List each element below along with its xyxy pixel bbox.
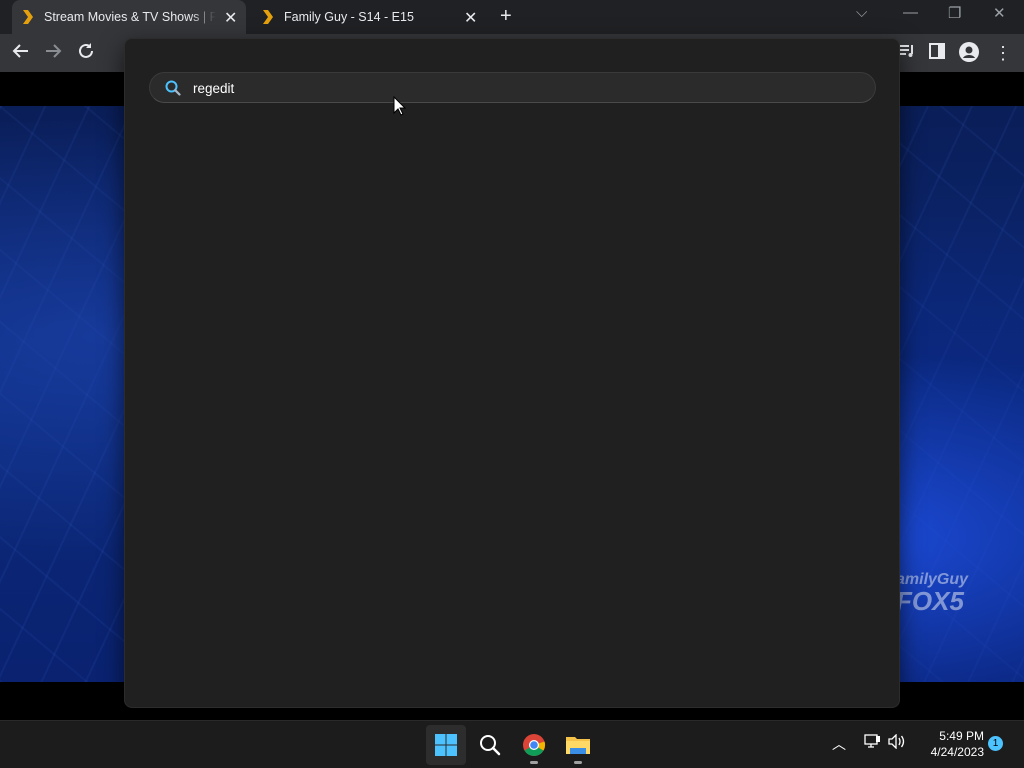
- back-arrow-icon[interactable]: [10, 42, 32, 64]
- tab-close-icon[interactable]: ✕: [464, 8, 477, 28]
- search-box[interactable]: [149, 72, 876, 103]
- folder-icon: [566, 737, 590, 754]
- windows-search-flyout: [124, 38, 900, 708]
- clock-time: 5:49 PM: [939, 729, 984, 743]
- sidepanel-icon[interactable]: [926, 42, 948, 64]
- show-hidden-icons-chevron-up-icon[interactable]: ︿: [832, 734, 846, 754]
- network-icon[interactable]: [864, 734, 881, 753]
- desktop: Stream Movies & TV Shows | Plex ✕ Family…: [0, 0, 1024, 768]
- restore-icon[interactable]: ❐: [948, 4, 961, 22]
- clock-date: 4/24/2023: [930, 745, 984, 759]
- notification-badge[interactable]: 1: [988, 736, 1003, 751]
- search-icon: [165, 80, 181, 96]
- mouse-cursor-icon: [393, 96, 407, 116]
- browser-tab-strip: Stream Movies & TV Shows | Plex ✕ Family…: [0, 0, 1024, 34]
- running-indicator: [574, 761, 582, 764]
- window-close-icon[interactable]: ✕: [993, 4, 1006, 22]
- new-tab-plus-icon[interactable]: +: [500, 5, 512, 28]
- minimize-icon[interactable]: —: [903, 4, 918, 21]
- forward-arrow-icon[interactable]: [42, 42, 64, 64]
- channel-logo: amilyGuy FOX5: [896, 571, 969, 616]
- tab-title: Stream Movies & TV Shows | Plex: [44, 10, 216, 24]
- tab-search-chevron-down-icon[interactable]: ⌵: [856, 4, 867, 21]
- tab-title: Family Guy - S14 - E15: [284, 10, 414, 24]
- running-indicator: [530, 761, 538, 764]
- windows-logo-icon: [435, 734, 457, 756]
- menu-icon[interactable]: ⋮: [992, 42, 1014, 64]
- search-icon: [480, 735, 501, 756]
- volume-icon[interactable]: [888, 733, 906, 753]
- chrome-icon: [523, 734, 546, 756]
- search-input[interactable]: [193, 77, 853, 99]
- reload-icon[interactable]: [75, 42, 97, 64]
- chrome-taskbar-button[interactable]: [514, 725, 554, 765]
- file-explorer-taskbar-button[interactable]: [558, 725, 598, 765]
- taskbar-search-button[interactable]: [470, 725, 510, 765]
- tab-family-guy[interactable]: Family Guy - S14 - E15 ✕: [252, 0, 488, 34]
- profile-icon[interactable]: [958, 42, 980, 64]
- start-button[interactable]: [426, 725, 466, 765]
- plex-icon: [23, 10, 33, 24]
- tab-plex[interactable]: Stream Movies & TV Shows | Plex ✕: [12, 0, 246, 34]
- system-clock[interactable]: 5:49 PM 4/24/2023: [914, 728, 984, 760]
- plex-icon: [263, 10, 273, 24]
- tab-close-icon[interactable]: ✕: [224, 8, 237, 28]
